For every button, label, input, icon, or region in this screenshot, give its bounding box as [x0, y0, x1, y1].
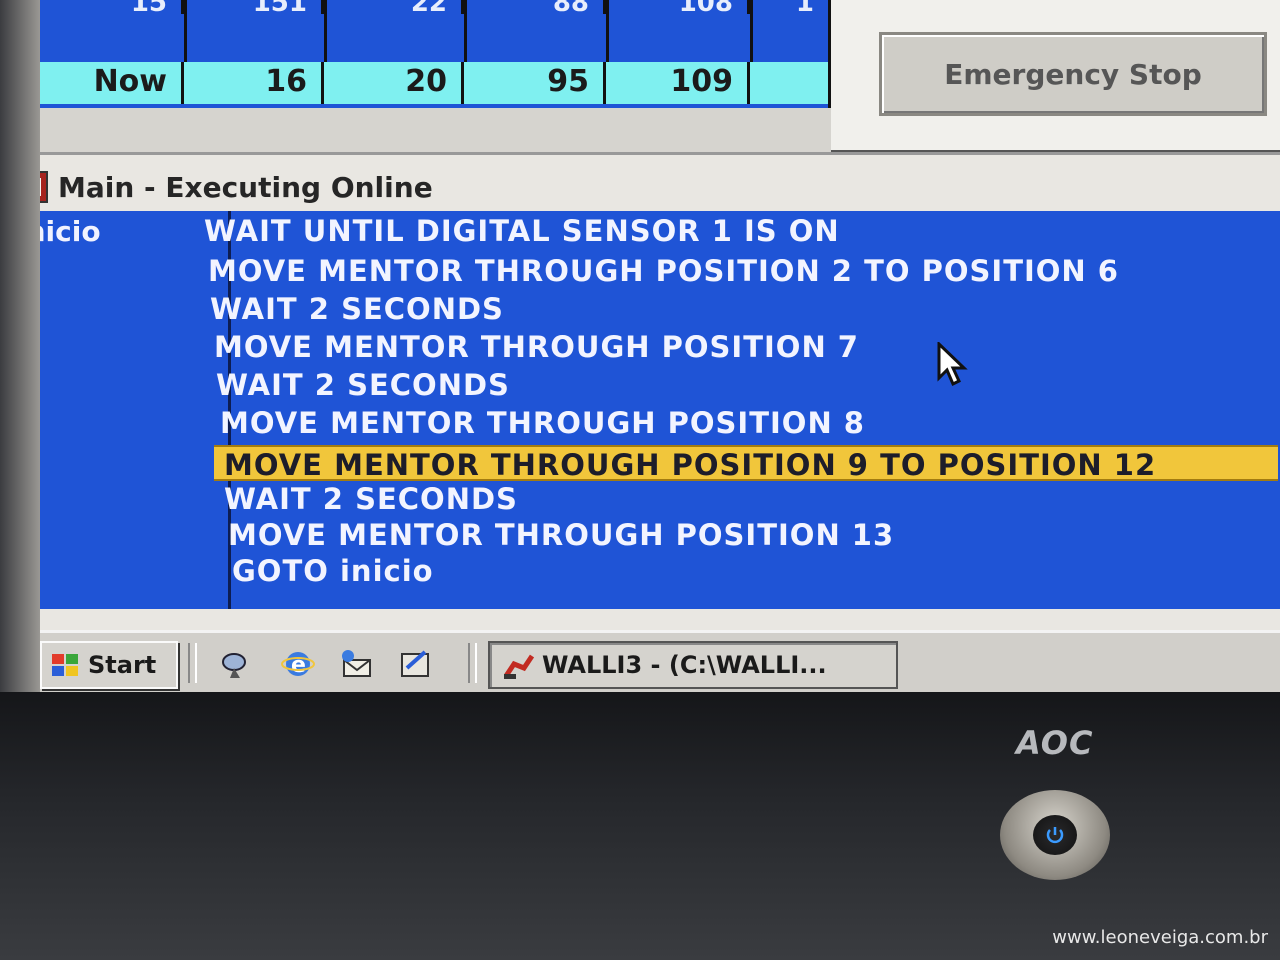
emergency-stop-panel: Emergency Stop [831, 0, 1280, 153]
monitor-bezel-edge [0, 0, 40, 700]
program-listing: inicio WAIT UNTIL DIGITAL SENSOR 1 IS ON… [4, 211, 1280, 609]
mouse-pointer-icon [936, 340, 970, 388]
title-bar[interactable]: Main - Executing Online [0, 167, 1280, 207]
outlook-express-icon[interactable] [338, 647, 374, 681]
robot-arm-icon [502, 650, 536, 680]
monitor-brand-logo: AOC [1016, 724, 1094, 762]
satellite-dish-icon[interactable] [218, 647, 254, 681]
table-cell: 108 [606, 0, 750, 14]
taskbar-item-label: WALLI3 - (C:\WALLI... [542, 651, 827, 679]
instruction-line[interactable]: MOVE MENTOR THROUGH POSITION 8 [220, 405, 865, 441]
table-cell: 151 [184, 0, 324, 14]
svg-text:e: e [291, 653, 306, 678]
instruction-line[interactable]: MOVE MENTOR THROUGH POSITION 7 [214, 329, 859, 365]
instruction-line[interactable]: WAIT 2 SECONDS [216, 367, 510, 403]
instruction-line[interactable]: GOTO inicio [232, 553, 434, 589]
table-cell: 109 [606, 62, 750, 104]
taskbar-item-walli3[interactable]: WALLI3 - (C:\WALLI... [488, 641, 898, 689]
grid-line [324, 0, 327, 62]
table-row-previous: 15 151 22 88 108 1 [0, 0, 828, 14]
instruction-line[interactable]: MOVE MENTOR THROUGH POSITION 2 TO POSITI… [208, 253, 1119, 289]
window-title: Main - Executing Online [58, 170, 433, 204]
grid-line [606, 0, 609, 62]
emergency-stop-button[interactable]: Emergency Stop [879, 32, 1267, 116]
taskbar: Start e WALLI3 - (C:\WALLI... [0, 630, 1280, 695]
screen: 15 151 22 88 108 1 Now 16 20 95 109 Emer… [0, 0, 1280, 700]
instruction-line[interactable]: WAIT 2 SECONDS [224, 481, 518, 517]
table-cell: 1 [750, 0, 828, 14]
table-row-now: Now 16 20 95 109 [0, 62, 828, 104]
internet-explorer-icon[interactable]: e [280, 647, 316, 681]
monitor-power-button[interactable] [1000, 790, 1110, 880]
position-data-table: 15 151 22 88 108 1 Now 16 20 95 109 [0, 0, 831, 108]
start-button[interactable]: Start [40, 641, 178, 689]
power-icon [1033, 815, 1077, 855]
show-desktop-icon[interactable] [398, 647, 434, 681]
instruction-line[interactable]: MOVE MENTOR THROUGH POSITION 13 [228, 517, 894, 553]
instruction-line[interactable]: WAIT UNTIL DIGITAL SENSOR 1 IS ON [204, 213, 840, 249]
grid-line [750, 0, 753, 62]
windows-flag-icon [50, 652, 80, 678]
instruction-line-current[interactable]: MOVE MENTOR THROUGH POSITION 9 TO POSITI… [214, 445, 1278, 482]
instruction-line[interactable]: WAIT 2 SECONDS [210, 291, 504, 327]
table-cell: 22 [324, 0, 464, 14]
table-cell: 20 [324, 62, 464, 104]
taskbar-separator [188, 643, 197, 683]
table-cell [750, 62, 828, 104]
table-cell: 16 [184, 62, 324, 104]
table-cell: 95 [464, 62, 606, 104]
table-cell: 88 [464, 0, 606, 14]
start-label: Start [88, 651, 157, 679]
main-window: Main - Executing Online inicio WAIT UNTI… [0, 152, 1280, 633]
taskbar-separator [468, 643, 477, 683]
grid-line [464, 0, 467, 62]
watermark-text: www.leoneveiga.com.br [1052, 927, 1268, 948]
grid-line [184, 0, 187, 62]
